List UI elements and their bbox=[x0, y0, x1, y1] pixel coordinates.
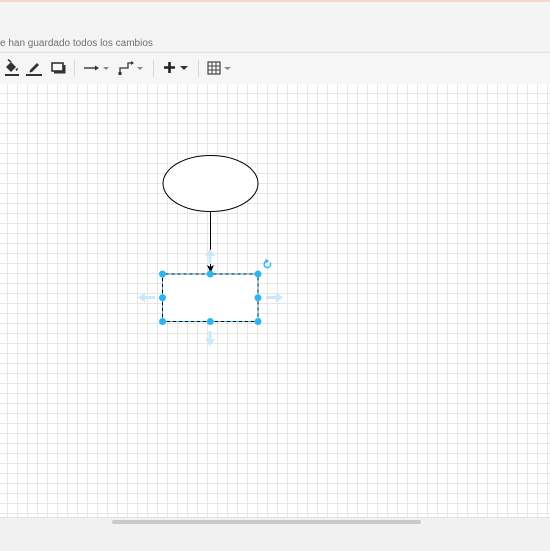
plus-dropdown-icon bbox=[164, 62, 188, 73]
toolbar-separator bbox=[198, 60, 199, 77]
hover-arrow-up[interactable] bbox=[205, 249, 215, 264]
resize-handle-se[interactable] bbox=[254, 318, 262, 325]
footer-bar bbox=[0, 517, 550, 551]
line-color-button[interactable] bbox=[24, 57, 44, 79]
title-bar: e han guardado todos los cambios bbox=[0, 2, 550, 52]
format-toolbar bbox=[0, 52, 550, 85]
paint-bucket-icon bbox=[5, 59, 19, 76]
horizontal-scrollbar[interactable] bbox=[112, 520, 421, 524]
pencil-line-icon bbox=[26, 63, 42, 76]
elbow-connector-dropdown-icon bbox=[118, 61, 143, 75]
connection-style-button[interactable] bbox=[82, 57, 110, 79]
resize-handle-ne[interactable] bbox=[254, 270, 262, 278]
shadow-box-icon bbox=[51, 62, 66, 74]
table-button[interactable] bbox=[205, 57, 235, 79]
diagram-layer bbox=[138, 155, 283, 346]
ellipse-shape[interactable] bbox=[162, 155, 259, 212]
diagram-canvas[interactable] bbox=[0, 84, 550, 517]
hover-arrow-left[interactable] bbox=[138, 292, 155, 303]
resize-handle-s[interactable] bbox=[206, 318, 214, 325]
waypoints-button[interactable] bbox=[117, 57, 145, 79]
hover-arrow-down[interactable] bbox=[205, 331, 215, 346]
resize-handle-e[interactable] bbox=[254, 294, 262, 302]
shadow-button[interactable] bbox=[48, 57, 68, 79]
resize-handle-nw[interactable] bbox=[159, 270, 166, 278]
rectangle-shape[interactable] bbox=[162, 273, 259, 322]
toolbar-separator bbox=[74, 60, 75, 77]
hover-arrow-right[interactable] bbox=[266, 292, 283, 303]
toolbar-separator bbox=[153, 60, 154, 77]
insert-button[interactable] bbox=[161, 57, 191, 79]
resize-handle-n[interactable] bbox=[206, 270, 214, 278]
resize-handle-w[interactable] bbox=[159, 294, 166, 302]
resize-handle-sw[interactable] bbox=[159, 318, 166, 325]
table-dropdown-icon bbox=[207, 61, 231, 75]
fill-color-button[interactable] bbox=[2, 57, 22, 79]
arrow-right-dropdown-icon bbox=[84, 65, 109, 71]
save-status[interactable]: e han guardado todos los cambios bbox=[0, 38, 153, 49]
rotate-handle-icon[interactable] bbox=[263, 258, 272, 269]
